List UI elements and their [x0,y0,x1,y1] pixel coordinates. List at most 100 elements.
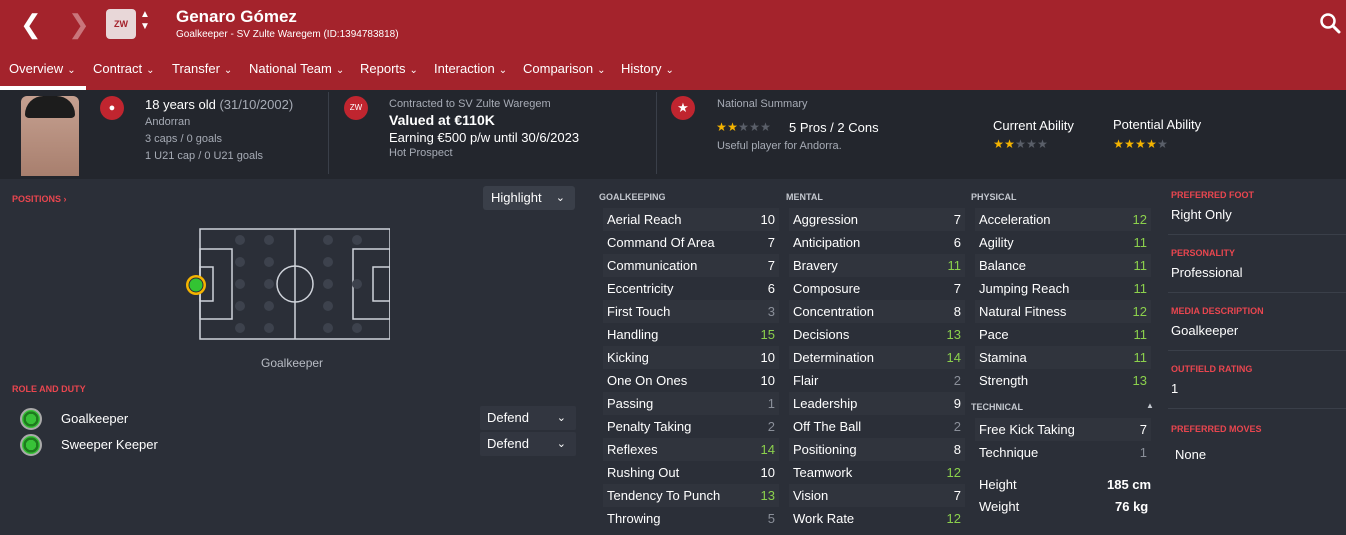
attribute-row[interactable]: Tendency To Punch 13 [603,484,779,507]
attribute-row[interactable]: Decisions 13 [789,323,965,346]
preferred-foot-title: PREFERRED FOOT [1171,190,1255,200]
duty-dropdown[interactable]: Defend ⌄ [480,432,576,456]
attribute-row[interactable]: Anticipation 6 [789,231,965,254]
attribute-row[interactable]: Bravery 11 [789,254,965,277]
attribute-row[interactable]: Off The Ball 2 [789,415,965,438]
tab-national-team[interactable]: National Team ⌄ [241,54,352,90]
attribute-name: Tendency To Punch [607,488,721,503]
club-crest-icon[interactable]: ZW [106,9,136,39]
mental-title: MENTAL [786,192,823,202]
duty-dropdown[interactable]: Defend ⌄ [480,406,576,430]
star-empty-icon: ★ [1015,137,1026,151]
attribute-name: Positioning [793,442,857,457]
pitch-diagram [199,228,390,340]
back-arrow-icon[interactable]: ❮ [20,10,44,38]
attribute-value: 7 [953,212,961,227]
attribute-name: Flair [793,373,819,388]
attribute-row[interactable]: Leadership 9 [789,392,965,415]
star-badge-icon: ★ [671,96,695,120]
attribute-value: 1 [767,396,775,411]
chevron-down-icon: ⌄ [409,65,418,76]
attribute-row[interactable]: Throwing 5 [603,507,779,530]
attribute-row[interactable]: Balance 11 [975,254,1151,277]
attribute-row[interactable]: Strength 13 [975,369,1151,392]
attribute-row[interactable]: Teamwork 12 [789,461,965,484]
attribute-value: 11 [1133,235,1148,250]
chevron-down-icon: ⌄ [665,65,674,76]
attribute-row[interactable]: Aerial Reach 10 [603,208,779,231]
attribute-row[interactable]: Technique 1 [975,441,1151,464]
attribute-row[interactable]: Pace 11 [975,323,1151,346]
tab-reports[interactable]: Reports ⌄ [352,54,426,90]
tab-transfer[interactable]: Transfer ⌄ [164,54,240,90]
attribute-value: 7 [1139,422,1147,437]
national-summary-title: National Summary [717,98,808,110]
tab-overview[interactable]: Overview ⌄ [1,54,84,90]
attribute-row[interactable]: Jumping Reach 11 [975,277,1151,300]
attribute-name: Balance [979,258,1026,273]
attribute-row[interactable]: Work Rate 12 [789,507,965,530]
tab-comparison[interactable]: Comparison ⌄ [515,54,613,90]
forward-arrow-icon[interactable]: ❯ [68,10,92,38]
positions-title[interactable]: POSITIONS › [12,194,67,204]
attribute-row[interactable]: Rushing Out 10 [603,461,779,484]
attribute-row[interactable]: Free Kick Taking 7 [975,418,1151,441]
earning: Earning €500 p/w until 30/6/2023 [389,130,580,145]
attribute-row[interactable]: Handling 15 [603,323,779,346]
attribute-row[interactable]: Flair 2 [789,369,965,392]
tab-history[interactable]: History ⌄ [613,54,682,90]
attribute-value: 14 [946,350,961,365]
u21-caps: 1 U21 cap / 0 U21 goals [145,150,264,162]
tab-label: National Team [249,61,332,76]
attribute-row[interactable]: Composure 7 [789,277,965,300]
role-name[interactable]: Goalkeeper [61,411,128,426]
attribute-row[interactable]: Acceleration 12 [975,208,1151,231]
attribute-row[interactable]: Agility 11 [975,231,1151,254]
attribute-name: Free Kick Taking [979,422,1075,437]
tab-interaction[interactable]: Interaction ⌄ [426,54,515,90]
attribute-row[interactable]: Aggression 7 [789,208,965,231]
attribute-name: One On Ones [607,373,688,388]
star-filled-icon: ★ [727,120,738,134]
attribute-value: 7 [953,281,961,296]
attribute-row[interactable]: Natural Fitness 12 [975,300,1151,323]
attribute-value: 13 [760,488,775,503]
attribute-row[interactable]: Determination 14 [789,346,965,369]
nationality: Andorran [145,116,191,128]
attribute-name: Eccentricity [607,281,674,296]
collapse-up-icon[interactable]: ▲ [1146,401,1154,410]
star-empty-icon: ★ [760,120,771,134]
attribute-row[interactable]: Penalty Taking 2 [603,415,779,438]
player-subtitle: Goalkeeper - SV Zulte Waregem (ID:139478… [176,29,399,40]
attribute-row[interactable]: One On Ones 10 [603,369,779,392]
attribute-row[interactable]: Concentration 8 [789,300,965,323]
attribute-row[interactable]: Vision 7 [789,484,965,507]
attribute-row[interactable]: Stamina 11 [975,346,1151,369]
chevron-down-icon: ⌄ [67,65,76,76]
chevron-down-icon: ⌄ [146,65,155,76]
attribute-row[interactable]: Kicking 10 [603,346,779,369]
attribute-value: 10 [760,465,775,480]
chevron-down-icon: ⌄ [555,192,565,204]
attribute-value: 10 [760,212,775,227]
chevron-down-icon: ⌄ [556,438,566,450]
attribute-value: 11 [1133,350,1148,365]
attribute-row[interactable]: Passing 1 [603,392,779,415]
attribute-value: 14 [760,442,775,457]
star-filled-icon: ★ [1004,137,1015,151]
role-rating-icon [20,434,42,456]
chevron-down-icon: ⌄ [335,65,345,76]
attribute-value: 6 [767,281,775,296]
attribute-row[interactable]: Command Of Area 7 [603,231,779,254]
crest-switcher-icon[interactable]: ▲ ▼ [139,9,151,39]
attribute-row[interactable]: First Touch 3 [603,300,779,323]
role-name[interactable]: Sweeper Keeper [61,437,158,452]
search-icon[interactable] [1319,12,1341,34]
attribute-row[interactable]: Communication 7 [603,254,779,277]
highlight-dropdown[interactable]: Highlight ⌄ [483,186,575,210]
tab-contract[interactable]: Contract ⌄ [85,54,163,90]
attribute-row[interactable]: Eccentricity 6 [603,277,779,300]
attribute-row[interactable]: Reflexes 14 [603,438,779,461]
attribute-row[interactable]: Positioning 8 [789,438,965,461]
attribute-name: Reflexes [607,442,658,457]
